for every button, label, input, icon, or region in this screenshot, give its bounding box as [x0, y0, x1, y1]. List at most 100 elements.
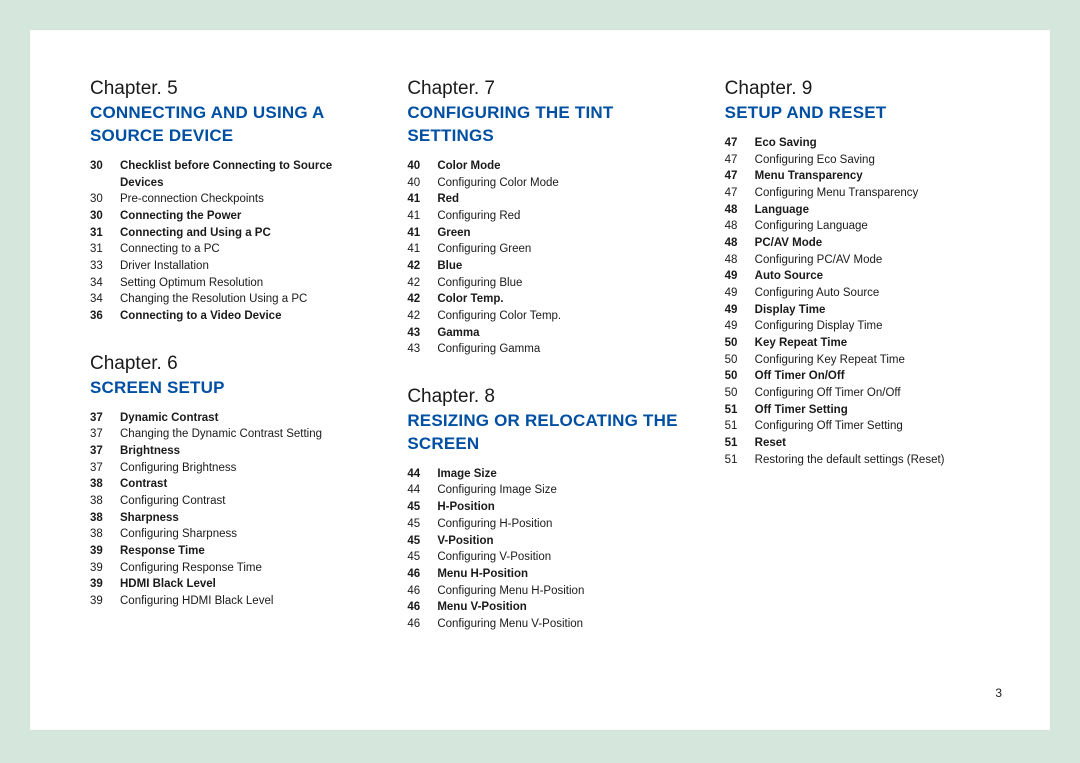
toc-entry[interactable]: 47Menu Transparency [725, 168, 1010, 185]
toc-entry[interactable]: 42Configuring Color Temp. [407, 308, 692, 325]
toc-entry[interactable]: 50Off Timer On/Off [725, 368, 1010, 385]
toc-entry[interactable]: 38Sharpness [90, 510, 375, 527]
toc-entry-page: 51 [725, 402, 755, 419]
toc-entry[interactable]: 44Image Size [407, 466, 692, 483]
toc-entry[interactable]: 48Configuring Language [725, 218, 1010, 235]
toc-entry-text: PC/AV Mode [755, 235, 1010, 252]
chapter-entries: 37Dynamic Contrast37Changing the Dynamic… [90, 410, 375, 610]
toc-entry[interactable]: 33Driver Installation [90, 258, 375, 275]
toc-entry-page: 42 [407, 258, 437, 275]
chapter-label: Chapter. 5 [90, 78, 375, 100]
toc-entry-page: 38 [90, 476, 120, 493]
toc-entry[interactable]: 39HDMI Black Level [90, 576, 375, 593]
toc-entry-text: Menu H-Position [437, 566, 692, 583]
toc-entry-page: 33 [90, 258, 120, 275]
toc-entry-text: Configuring Language [755, 218, 1010, 235]
toc-entry[interactable]: 41Configuring Red [407, 208, 692, 225]
toc-entry[interactable]: 48PC/AV Mode [725, 235, 1010, 252]
toc-entry[interactable]: 37Changing the Dynamic Contrast Setting [90, 426, 375, 443]
toc-entry[interactable]: 51Configuring Off Timer Setting [725, 418, 1010, 435]
toc-entry-page: 51 [725, 418, 755, 435]
toc-entry[interactable]: 49Configuring Display Time [725, 318, 1010, 335]
toc-entry[interactable]: 51Restoring the default settings (Reset) [725, 452, 1010, 469]
toc-entry-page: 38 [90, 510, 120, 527]
toc-entry-page: 40 [407, 158, 437, 175]
chapter-entries: 30Checklist before Connecting to Source … [90, 158, 375, 325]
toc-entry-text: Green [437, 225, 692, 242]
toc-entry[interactable]: 43Configuring Gamma [407, 341, 692, 358]
toc-entry[interactable]: 49Configuring Auto Source [725, 285, 1010, 302]
toc-entry[interactable]: 46Menu V-Position [407, 599, 692, 616]
toc-entry[interactable]: 49Display Time [725, 302, 1010, 319]
toc-entry-page: 41 [407, 208, 437, 225]
toc-entry-text: Eco Saving [755, 135, 1010, 152]
toc-entry-text: Configuring Menu Transparency [755, 185, 1010, 202]
toc-entry[interactable]: 37Dynamic Contrast [90, 410, 375, 427]
toc-entry[interactable]: 46Configuring Menu V-Position [407, 616, 692, 633]
chapter-label: Chapter. 7 [407, 78, 692, 100]
toc-entry-page: 49 [725, 318, 755, 335]
toc-entry[interactable]: 49Auto Source [725, 268, 1010, 285]
toc-entry[interactable]: 50Configuring Off Timer On/Off [725, 385, 1010, 402]
toc-entry[interactable]: 30Connecting the Power [90, 208, 375, 225]
toc-entry[interactable]: 31Connecting and Using a PC [90, 225, 375, 242]
toc-entry-page: 39 [90, 560, 120, 577]
toc-entry-page: 41 [407, 225, 437, 242]
toc-entry[interactable]: 50Configuring Key Repeat Time [725, 352, 1010, 369]
toc-entry[interactable]: 42Color Temp. [407, 291, 692, 308]
toc-entry[interactable]: 47Configuring Menu Transparency [725, 185, 1010, 202]
toc-entry[interactable]: 37Brightness [90, 443, 375, 460]
toc-entry[interactable]: 44Configuring Image Size [407, 482, 692, 499]
toc-entry[interactable]: 40Color Mode [407, 158, 692, 175]
toc-entry[interactable]: 48Configuring PC/AV Mode [725, 252, 1010, 269]
toc-entry-text: Changing the Resolution Using a PC [120, 291, 375, 308]
toc-entry-page: 30 [90, 208, 120, 225]
toc-entry[interactable]: 50Key Repeat Time [725, 335, 1010, 352]
toc-chapter: Chapter. 7CONFIGURING THE TINT SETTINGS4… [407, 78, 692, 358]
toc-entry[interactable]: 39Configuring Response Time [90, 560, 375, 577]
toc-entry-text: Configuring Color Temp. [437, 308, 692, 325]
toc-entry-text: Gamma [437, 325, 692, 342]
toc-entry[interactable]: 30Pre-connection Checkpoints [90, 191, 375, 208]
toc-entry[interactable]: 46Configuring Menu H-Position [407, 583, 692, 600]
toc-entry[interactable]: 30Checklist before Connecting to Source … [90, 158, 375, 191]
toc-entry[interactable]: 51Off Timer Setting [725, 402, 1010, 419]
toc-entry[interactable]: 34Changing the Resolution Using a PC [90, 291, 375, 308]
toc-entry-text: Configuring Menu V-Position [437, 616, 692, 633]
toc-entry[interactable]: 34Setting Optimum Resolution [90, 275, 375, 292]
toc-entry[interactable]: 42Blue [407, 258, 692, 275]
toc-entry[interactable]: 40Configuring Color Mode [407, 175, 692, 192]
toc-entry[interactable]: 46Menu H-Position [407, 566, 692, 583]
chapter-label: Chapter. 6 [90, 353, 375, 375]
toc-entry[interactable]: 38Configuring Contrast [90, 493, 375, 510]
toc-entry[interactable]: 47Eco Saving [725, 135, 1010, 152]
chapter-entries: 44Image Size44Configuring Image Size45H-… [407, 466, 692, 633]
toc-entry[interactable]: 39Configuring HDMI Black Level [90, 593, 375, 610]
toc-entry[interactable]: 38Contrast [90, 476, 375, 493]
toc-entry[interactable]: 45V-Position [407, 533, 692, 550]
toc-entry-page: 31 [90, 225, 120, 242]
toc-entry-text: Configuring Key Repeat Time [755, 352, 1010, 369]
toc-entry-text: Configuring Contrast [120, 493, 375, 510]
toc-entry[interactable]: 36Connecting to a Video Device [90, 308, 375, 325]
toc-entry[interactable]: 43Gamma [407, 325, 692, 342]
toc-entry[interactable]: 45Configuring H-Position [407, 516, 692, 533]
toc-entry[interactable]: 37Configuring Brightness [90, 460, 375, 477]
toc-chapter: Chapter. 5CONNECTING AND USING A SOURCE … [90, 78, 375, 325]
toc-entry[interactable]: 45Configuring V-Position [407, 549, 692, 566]
toc-entry[interactable]: 51Reset [725, 435, 1010, 452]
toc-entry[interactable]: 38Configuring Sharpness [90, 526, 375, 543]
toc-entry-page: 46 [407, 566, 437, 583]
toc-entry[interactable]: 41Red [407, 191, 692, 208]
toc-entry[interactable]: 41Configuring Green [407, 241, 692, 258]
toc-entry[interactable]: 39Response Time [90, 543, 375, 560]
toc-entry-page: 48 [725, 235, 755, 252]
toc-entry[interactable]: 48Language [725, 202, 1010, 219]
toc-entry[interactable]: 47Configuring Eco Saving [725, 152, 1010, 169]
toc-entry[interactable]: 41Green [407, 225, 692, 242]
toc-entry[interactable]: 42Configuring Blue [407, 275, 692, 292]
toc-entry-text: Pre-connection Checkpoints [120, 191, 375, 208]
toc-entry-page: 49 [725, 302, 755, 319]
toc-entry[interactable]: 31Connecting to a PC [90, 241, 375, 258]
toc-entry[interactable]: 45H-Position [407, 499, 692, 516]
